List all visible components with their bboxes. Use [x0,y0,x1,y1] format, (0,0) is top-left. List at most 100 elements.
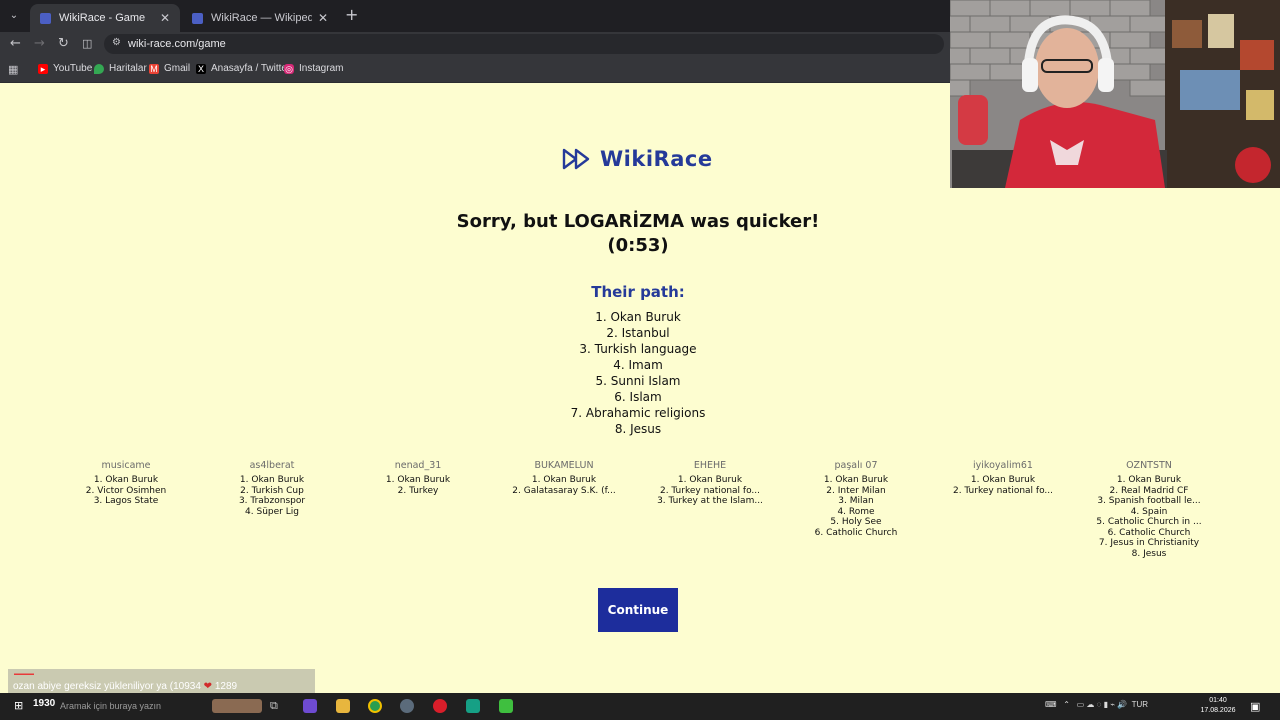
path-step: 1. Okan Buruk [531,475,597,485]
player-path-list: 1. Okan Buruk 2. Inter Milan 3. Milan 4.… [783,475,929,538]
apps-grid-icon[interactable]: ▦ [8,63,18,76]
chat-message: ozan abiye gereksiz yükleniliyor ya (109… [13,681,237,692]
windows-taskbar: ⊞ 1930 Aramak için buraya yazın ⧉ ⌨ ⌃ ▭ … [0,693,1280,720]
taskbar-clock[interactable]: 01:40 17.08.2026 [1198,696,1238,716]
reload-icon[interactable]: ↻ [58,36,69,52]
taskbar-search-banner [212,699,262,713]
taskbar-search-input[interactable]: Aramak için buraya yazın [60,701,161,711]
path-step: 1. Okan Buruk [93,475,159,485]
side-panel-icon[interactable]: ◫ [82,36,92,52]
youtube-icon: ▸ [38,63,48,74]
player-path-list: 1. Okan Buruk 2. Turkey national fo... 3… [637,475,783,507]
settings-gear-icon[interactable] [400,699,414,713]
maps-icon [94,63,104,74]
back-arrow-icon[interactable]: ← [10,36,21,52]
bookmark-label: Haritalar [109,63,147,74]
player-name: iyikoyalim61 [973,460,1033,471]
tab-wikirace-game[interactable]: WikiRace - Game ✕ [30,4,180,32]
file-explorer-icon[interactable] [336,699,350,713]
path-step: 4. Imam [613,358,663,372]
path-step: 6. Catholic Church [814,527,898,538]
their-path-list: 1. Okan Buruk 2. Istanbul 3. Turkish lan… [520,309,756,437]
new-tab-button[interactable]: + [345,7,358,23]
stream-chat-overlay: ▬▬▬▬ ozan abiye gereksiz yükleniliyor ya… [8,669,315,693]
player-path-list: 1. Okan Buruk 2. Turkey national fo... [930,475,1076,496]
tab-title: WikiRace - Game [59,12,146,24]
windows-start-icon[interactable]: ⊞ [14,700,26,712]
path-step: 8. Jesus [614,422,662,436]
browser-toolbar: ← → ↻ ◫ ⚙ wiki-race.com/game [0,32,950,56]
url-text[interactable]: wiki-race.com/game [128,38,226,50]
wikirace-favicon-icon [40,12,51,24]
taskbar-app-icon[interactable] [466,699,480,713]
path-step: 3. Spanish football le... [1097,496,1201,506]
bookmark-instagram[interactable]: ◎ Instagram [284,63,343,74]
notification-icon[interactable]: ▣ [1250,700,1260,713]
tab-title: WikiRace — Wikipedia Yarış Oy [211,12,312,24]
player-card-musicame: musicame 1. Okan Buruk 2. Victor Osimhen… [53,459,199,507]
player-name: BUKAMELUN [534,460,594,471]
path-step: 1. Okan Buruk [1116,475,1182,485]
tab-list-chevron-icon[interactable]: ⌄ [6,8,22,24]
player-card-nenad: nenad_31 1. Okan Buruk 2. Turkey [345,459,491,496]
player-name: EHEHE [693,460,727,471]
player-name: OZNTSTN [1126,460,1172,471]
tab-wikirace-wikipedia[interactable]: WikiRace — Wikipedia Yarış Oy ✕ [182,4,338,32]
chat-username: ▬▬▬▬ [14,671,34,677]
site-info-icon[interactable]: ⚙ [112,37,121,48]
opera-icon[interactable] [433,699,447,713]
path-step: 3. Turkish language [579,342,697,356]
wikirace-favicon-icon [192,12,203,24]
path-step: 7. Abrahamic religions [570,406,706,420]
player-name: musicame [101,460,151,471]
player-name: paşalı 07 [834,460,878,471]
system-tray[interactable]: ⌨ ⌃ ▭ ☁ ◌ ▮ ⌁ 🔊 TUR [1045,700,1148,709]
player-path-list: 1. Okan Buruk 2. Turkish Cup 3. Trabzons… [199,475,345,517]
continue-button[interactable]: Continue [598,588,678,632]
player-path-list: 1. Okan Buruk 2. Galatasaray S.K. (f... [491,475,637,496]
address-bar[interactable]: ⚙ wiki-race.com/game [104,34,944,54]
chrome-icon[interactable] [368,699,382,713]
webcam-image [950,0,1280,188]
bookmark-maps[interactable]: Haritalar [94,63,147,74]
player-path-list: 1. Okan Buruk 2. Turkey [345,475,491,496]
taskbar-count: 1930 [33,698,56,709]
path-step: 6. Islam [614,390,662,404]
path-step: 2. Turkey national fo... [952,485,1054,496]
bookmark-label: Instagram [299,63,344,74]
player-card-pasali: paşalı 07 1. Okan Buruk 2. Inter Milan 3… [783,459,929,538]
wikirace-logo[interactable]: WikiRace [562,147,713,171]
path-step: 4. Rome [837,506,875,517]
taskbar-app-icon[interactable] [499,699,513,713]
bookmark-gmail[interactable]: M Gmail [149,63,190,74]
path-step: 8. Jesus [1131,548,1167,559]
bookmark-label: Anasayfa / Twitter [211,63,291,74]
path-step: 4. Süper Lig [245,506,299,517]
task-view-icon[interactable]: ⧉ [270,699,284,713]
bookmark-label: YouTube [53,63,93,74]
player-name: nenad_31 [394,460,442,471]
close-icon[interactable]: ✕ [318,11,328,25]
chat-count: 1289 [214,681,238,692]
bookmark-youtube[interactable]: ▸ YouTube [38,63,92,74]
bookmark-label: Gmail [164,63,191,74]
instagram-icon: ◎ [284,63,294,74]
player-path-list: 1. Okan Buruk 2. Victor Osimhen 3. Lagos… [53,475,199,507]
their-path-title: Their path: [591,283,685,301]
clock-time: 01:40 [1209,697,1227,704]
gmail-icon: M [149,63,159,74]
player-name: as4lberat [249,460,295,471]
path-step: 4. Spain [1130,506,1168,517]
path-step: 3. Turkey at the Islam... [657,496,763,506]
x-icon: X [196,63,206,74]
bookmark-twitter[interactable]: X Anasayfa / Twitter [196,63,290,74]
taskbar-app-icon[interactable] [303,699,317,713]
forward-arrow-icon[interactable]: → [34,36,45,52]
path-step: 2. Turkish Cup [240,485,304,496]
path-step: 1. Okan Buruk [970,475,1036,485]
chat-message-text: ozan abiye gereksiz yükleniliyor ya (109… [13,681,201,692]
close-icon[interactable]: ✕ [160,11,170,25]
language-indicator[interactable]: TUR [1132,700,1148,709]
player-card-ozntstn: OZNTSTN 1. Okan Buruk 2. Real Madrid CF … [1076,459,1222,559]
heart-icon: ❤ [203,681,213,692]
